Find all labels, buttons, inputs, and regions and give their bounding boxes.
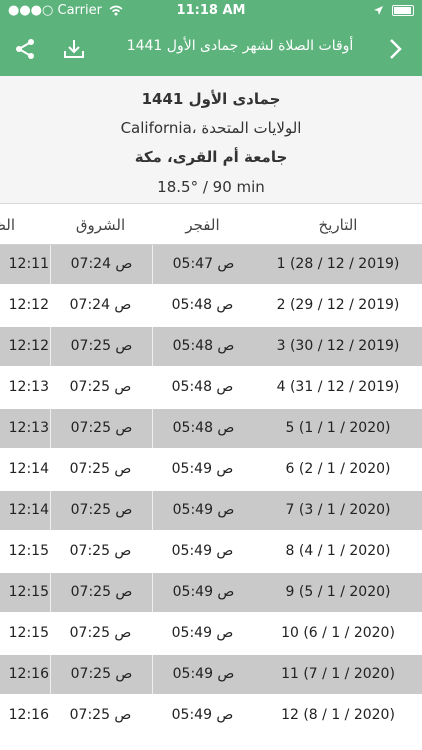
row-date-cell: 5 (1 / 1 / 2020) bbox=[285, 420, 391, 436]
table-row: 10 (6 / 1 / 2020) 05:49 ص 07:25 ص 12:15 bbox=[0, 614, 422, 655]
row-date-cell: 9 (5 / 1 / 2020) bbox=[285, 584, 391, 600]
row-sunrise-cell: 07:24 ص bbox=[50, 245, 152, 284]
calculation-authority-label: جامعة أم القرى، مكة bbox=[134, 148, 288, 166]
row-dhuhr-cell: 12:15 bbox=[8, 584, 49, 600]
row-sunrise-cell: 07:25 ص bbox=[69, 543, 132, 559]
row-sunrise-cell: 07:25 ص bbox=[69, 379, 132, 395]
table-row: 9 (5 / 1 / 2020) 05:49 ص 07:25 ص 12:15 bbox=[0, 573, 422, 614]
table-row: 6 (2 / 1 / 2020) 05:49 ص 07:25 ص 12:14 bbox=[0, 450, 422, 491]
row-sunrise-cell: 07:25 ص bbox=[69, 625, 132, 641]
row-date-cell: 6 (2 / 1 / 2020) bbox=[285, 461, 391, 477]
row-fajr-cell: 05:48 ص bbox=[152, 327, 254, 366]
table-row: 2 (29 / 12 / 2019) 05:48 ص 07:24 ص 12:12 bbox=[0, 286, 422, 327]
chevron-right-icon[interactable] bbox=[382, 36, 408, 62]
page-title: أوقات الصلاة لشهر جمادى الأول 1441 bbox=[126, 38, 354, 54]
table-header: التاريخ الفجر الشروق الظ bbox=[0, 204, 422, 245]
column-date-header: التاريخ bbox=[318, 216, 358, 234]
table-row: 3 (30 / 12 / 2019) 05:48 ص 07:25 ص 12:12 bbox=[0, 327, 422, 368]
battery-icon bbox=[392, 5, 414, 16]
table-row: 7 (3 / 1 / 2020) 05:49 ص 07:25 ص 12:14 bbox=[0, 491, 422, 532]
row-dhuhr-cell: 12:11 bbox=[8, 256, 49, 272]
row-date-cell: 4 (31 / 12 / 2019) bbox=[276, 379, 400, 395]
status-bar: ●●●○ Carrier 11:18 AM bbox=[0, 0, 422, 22]
row-dhuhr-cell: 12:12 bbox=[8, 338, 49, 354]
row-date-cell: 7 (3 / 1 / 2020) bbox=[285, 502, 391, 518]
row-fajr-cell: 05:49 ص bbox=[152, 573, 254, 612]
row-dhuhr-cell: 12:13 bbox=[8, 379, 49, 395]
row-sunrise-cell: 07:25 ص bbox=[50, 327, 152, 366]
row-sunrise-cell: 07:25 ص bbox=[50, 409, 152, 448]
row-date-cell: 10 (6 / 1 / 2020) bbox=[281, 625, 395, 641]
row-sunrise-cell: 07:25 ص bbox=[50, 655, 152, 694]
row-dhuhr-cell: 12:13 bbox=[8, 420, 49, 436]
table-row: 1 (28 / 12 / 2019) 05:47 ص 07:24 ص 12:11 bbox=[0, 245, 422, 286]
calculation-method-label: 18.5° / 90 min bbox=[157, 178, 265, 196]
location-arrow-icon bbox=[373, 6, 383, 15]
row-dhuhr-cell: 12:14 bbox=[8, 461, 49, 477]
prayer-times-table: 1 (28 / 12 / 2019) 05:47 ص 07:24 ص 12:11… bbox=[0, 245, 422, 737]
share-icon[interactable] bbox=[12, 36, 38, 62]
location-label: California، الولايات المتحدة bbox=[120, 119, 302, 137]
row-fajr-cell: 05:49 ص bbox=[152, 491, 254, 530]
row-dhuhr-cell: 12:15 bbox=[8, 543, 49, 559]
row-fajr-cell: 05:49 ص bbox=[171, 461, 234, 477]
row-date-cell: 11 (7 / 1 / 2020) bbox=[281, 666, 395, 682]
row-date-cell: 2 (29 / 12 / 2019) bbox=[276, 297, 400, 313]
download-icon[interactable] bbox=[61, 36, 87, 62]
row-sunrise-cell: 07:25 ص bbox=[69, 707, 132, 723]
table-row: 8 (4 / 1 / 2020) 05:49 ص 07:25 ص 12:15 bbox=[0, 532, 422, 573]
status-time: 11:18 AM bbox=[176, 3, 246, 18]
row-fajr-cell: 05:48 ص bbox=[171, 297, 234, 313]
row-date-cell: 8 (4 / 1 / 2020) bbox=[285, 543, 391, 559]
column-sunrise-header: الشروق bbox=[75, 216, 126, 234]
row-fajr-cell: 05:49 ص bbox=[171, 707, 234, 723]
column-fajr-header: الفجر bbox=[185, 216, 220, 234]
table-row: 11 (7 / 1 / 2020) 05:49 ص 07:25 ص 12:16 bbox=[0, 655, 422, 696]
row-sunrise-cell: 07:25 ص bbox=[50, 573, 152, 612]
row-date-cell: 12 (8 / 1 / 2020) bbox=[281, 707, 395, 723]
row-dhuhr-cell: 12:16 bbox=[8, 666, 49, 682]
row-sunrise-cell: 07:24 ص bbox=[69, 297, 132, 313]
column-dhuhr-header: الظ bbox=[0, 216, 15, 234]
status-right bbox=[373, 3, 414, 18]
row-dhuhr-cell: 12:15 bbox=[8, 625, 49, 641]
row-fajr-cell: 05:48 ص bbox=[152, 409, 254, 448]
month-summary: جمادى الأول 1441 California، الولايات ال… bbox=[0, 76, 422, 204]
row-sunrise-cell: 07:25 ص bbox=[50, 491, 152, 530]
row-fajr-cell: 05:49 ص bbox=[171, 543, 234, 559]
table-row: 5 (1 / 1 / 2020) 05:48 ص 07:25 ص 12:13 bbox=[0, 409, 422, 450]
row-fajr-cell: 05:49 ص bbox=[171, 625, 234, 641]
row-fajr-cell: 05:47 ص bbox=[152, 245, 254, 284]
table-row: 12 (8 / 1 / 2020) 05:49 ص 07:25 ص 12:16 bbox=[0, 696, 422, 737]
nav-bar: أوقات الصلاة لشهر جمادى الأول 1441 bbox=[0, 22, 422, 76]
table-row: 4 (31 / 12 / 2019) 05:48 ص 07:25 ص 12:13 bbox=[0, 368, 422, 409]
row-date-cell: 1 (28 / 12 / 2019) bbox=[276, 256, 400, 272]
row-dhuhr-cell: 12:12 bbox=[8, 297, 49, 313]
row-dhuhr-cell: 12:14 bbox=[8, 502, 49, 518]
row-dhuhr-cell: 12:16 bbox=[8, 707, 49, 723]
row-fajr-cell: 05:48 ص bbox=[171, 379, 234, 395]
row-sunrise-cell: 07:25 ص bbox=[69, 461, 132, 477]
row-fajr-cell: 05:49 ص bbox=[152, 655, 254, 694]
hijri-month-label: جمادى الأول 1441 bbox=[141, 90, 281, 108]
row-date-cell: 3 (30 / 12 / 2019) bbox=[276, 338, 400, 354]
